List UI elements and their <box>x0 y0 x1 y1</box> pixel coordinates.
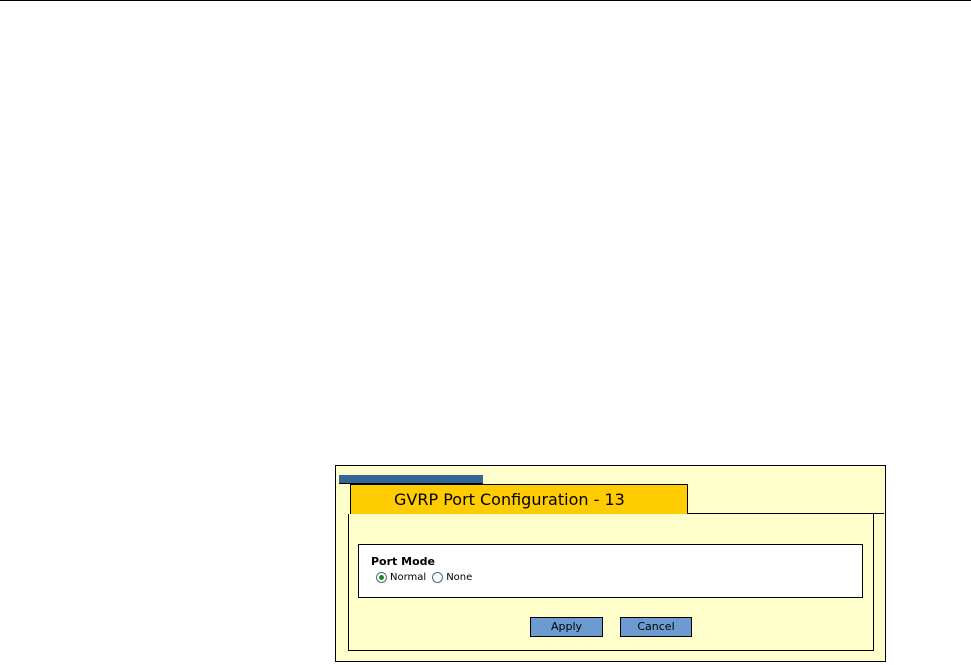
top-divider <box>0 0 971 1</box>
panel-title: GVRP Port Configuration - 13 <box>350 484 688 514</box>
cancel-button[interactable]: Cancel <box>620 617 692 637</box>
gvrp-config-panel: GVRP Port Configuration - 13 Port Mode N… <box>335 465 886 662</box>
panel-header-strip <box>339 475 483 484</box>
port-mode-group: Port Mode Normal None <box>358 544 863 598</box>
port-mode-options: Normal None <box>376 572 478 583</box>
radio-none[interactable] <box>432 572 444 583</box>
port-mode-label: Port Mode <box>371 555 435 568</box>
radio-normal[interactable] <box>376 572 387 583</box>
radio-none-label[interactable]: None <box>446 572 472 583</box>
apply-button[interactable]: Apply <box>530 617 603 637</box>
radio-normal-label[interactable]: Normal <box>390 572 426 583</box>
